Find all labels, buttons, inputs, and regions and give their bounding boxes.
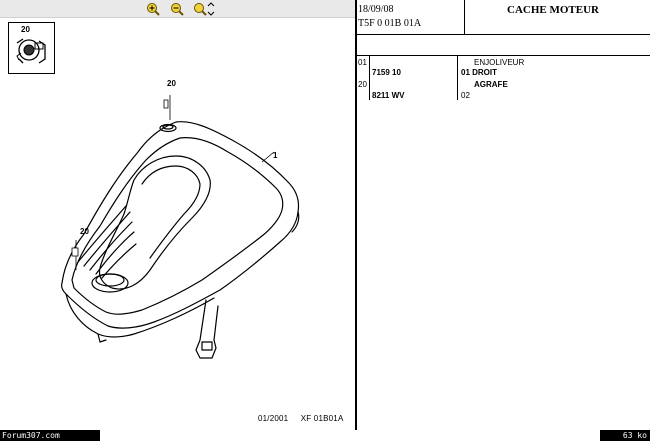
status-bar: Forum307.com 63 ko bbox=[0, 430, 650, 441]
part-number: 7159 10 bbox=[372, 68, 401, 77]
zoom-fit-icon[interactable] bbox=[193, 2, 215, 16]
drawing-footer: 01/2001 XF 01B01A bbox=[258, 414, 353, 423]
part-designation-qty: 01 DROIT bbox=[461, 68, 498, 77]
callout-clip-front: 20 bbox=[80, 227, 89, 236]
part-designation: AGRAFE bbox=[474, 80, 508, 89]
drawing-date: 01/2001 bbox=[258, 414, 289, 423]
header-title: CACHE MOTEUR bbox=[507, 4, 599, 16]
engine-cover-drawing bbox=[61, 95, 300, 359]
clip-thumbnail-icon bbox=[16, 38, 46, 64]
site-name: Forum307.com bbox=[0, 430, 100, 441]
drawing-reference: XF 01B01A bbox=[300, 414, 344, 423]
header-reference: T5F 0 01B 01A bbox=[358, 18, 422, 29]
zoom-in-icon[interactable] bbox=[146, 2, 162, 16]
callout-clip-top: 20 bbox=[167, 79, 176, 88]
thumbnail-clip[interactable]: 20 bbox=[8, 22, 55, 74]
thumbnail-number: 20 bbox=[21, 25, 30, 34]
part-item: 20 bbox=[358, 80, 367, 89]
parts-table: 18/09/08 T5F 0 01B 01A CACHE MOTEUR 01 7… bbox=[357, 0, 650, 430]
zoom-out-icon[interactable] bbox=[170, 2, 186, 16]
callout-cover: 1 bbox=[273, 151, 278, 160]
part-number: 8211 WV bbox=[372, 91, 405, 100]
part-item: 01 bbox=[358, 58, 367, 67]
header-date: 18/09/08 bbox=[358, 4, 394, 15]
drawing-panel: 20 20 1 20 01/2001 XF 01B01A bbox=[0, 0, 355, 430]
file-size: 63 ko bbox=[600, 430, 650, 441]
zoom-toolbar bbox=[0, 0, 355, 18]
part-designation-qty: 02 bbox=[461, 91, 470, 100]
